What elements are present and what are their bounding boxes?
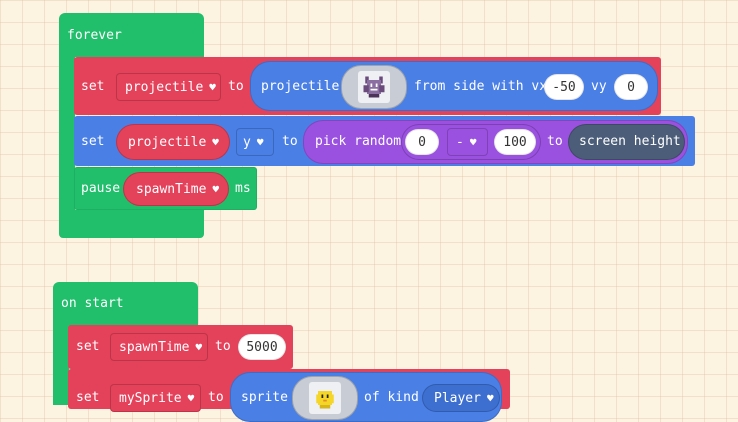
to-label: to: [208, 390, 224, 405]
dropdown-caret-icon: ♥: [209, 80, 216, 94]
of-kind-label: of kind: [364, 390, 419, 405]
variable-dropdown-projectile[interactable]: projectile ♥: [116, 124, 230, 160]
dropdown-caret-icon: ♥: [212, 135, 219, 149]
dropdown-caret-icon: ♥: [486, 391, 494, 405]
dropdown-caret-icon: ♥: [195, 340, 203, 354]
value-input[interactable]: 5000: [238, 334, 286, 360]
bat-sprite-icon: [363, 76, 385, 98]
operator-name: -: [456, 134, 464, 150]
to-label: to: [228, 79, 244, 94]
set-label: set: [81, 134, 105, 149]
dropdown-caret-icon: ♥: [469, 135, 477, 149]
image-picker[interactable]: [292, 376, 358, 420]
dropdown-caret-icon: ♥: [187, 391, 195, 405]
kind-name: Player: [434, 390, 481, 406]
sprite-fn-label: sprite: [241, 390, 288, 405]
vy-label: vy: [591, 79, 607, 94]
ms-label: ms: [235, 181, 251, 196]
dropdown-caret-icon: ♥: [256, 135, 264, 149]
to-label: to: [215, 339, 231, 354]
operator-dropdown[interactable]: - ♥: [447, 128, 488, 156]
pause-label: pause: [81, 181, 121, 196]
pick-random-label: pick random: [315, 134, 402, 149]
to-label: to: [547, 134, 563, 149]
vy-input[interactable]: 0: [614, 74, 648, 100]
image-picker[interactable]: [341, 65, 407, 109]
max-input[interactable]: 100: [494, 129, 536, 155]
to-label: to: [282, 134, 298, 149]
variable-dropdown-projectile[interactable]: projectile ♥: [116, 73, 221, 101]
variable-name: projectile: [128, 134, 207, 150]
forever-label: forever: [67, 28, 122, 43]
screen-height-label: screen height: [579, 134, 681, 149]
property-name: y: [243, 134, 251, 150]
variable-dropdown-spawntime[interactable]: spawnTime ♥: [110, 333, 208, 361]
property-dropdown[interactable]: y ♥: [236, 128, 274, 156]
vx-input[interactable]: -50: [544, 74, 584, 100]
on-start-label: on start: [61, 296, 124, 311]
variable-name: mySprite: [119, 390, 182, 406]
duck-sprite-icon: [316, 391, 334, 409]
from-side-label: from side with vx: [414, 79, 548, 94]
variable-name: spawnTime: [119, 339, 190, 355]
variable-dropdown-mysprite[interactable]: mySprite ♥: [110, 384, 201, 412]
variable-name: projectile: [125, 79, 204, 95]
variable-name: spawnTime: [136, 181, 207, 197]
dropdown-caret-icon: ♥: [212, 182, 220, 196]
min-input[interactable]: 0: [405, 129, 439, 155]
set-label: set: [76, 339, 100, 354]
set-label: set: [76, 390, 100, 405]
variable-dropdown-spawntime[interactable]: spawnTime ♥: [123, 172, 229, 206]
projectile-fn-label: projectile: [261, 79, 340, 94]
kind-dropdown[interactable]: Player ♥: [422, 384, 500, 412]
set-label: set: [81, 79, 105, 94]
